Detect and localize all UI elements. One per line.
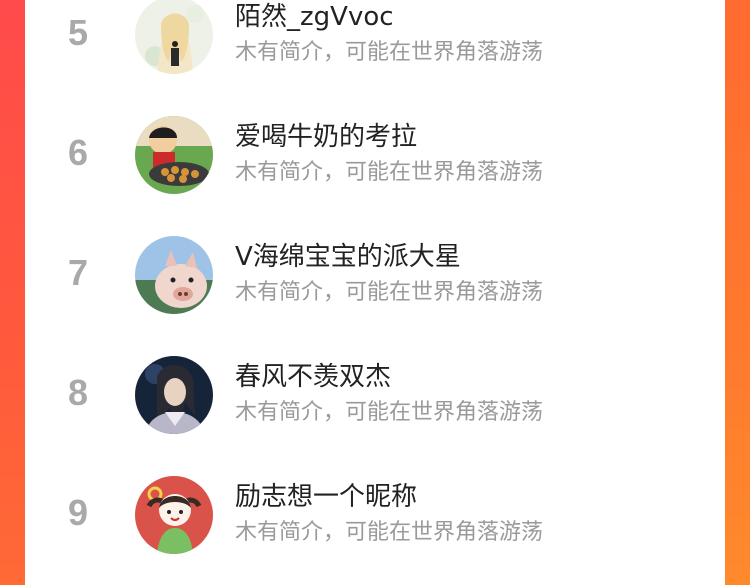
rank-number: 7 xyxy=(67,252,89,293)
right-gradient-border xyxy=(725,0,750,585)
user-name[interactable]: 爱喝牛奶的考拉 xyxy=(235,116,417,153)
user-name[interactable]: V海绵宝宝的派大星 xyxy=(235,236,461,273)
rank-number: 6 xyxy=(67,132,89,173)
list-item[interactable]: 5 陌然_zgVvoc 木有简介，可能在世界角落游荡 xyxy=(25,0,725,94)
user-bio: 木有简介，可能在世界角落游荡 xyxy=(235,160,544,185)
user-name[interactable]: 励志想一个昵称 xyxy=(235,476,417,513)
user-name[interactable]: 春风不羡双杰 xyxy=(235,356,391,393)
rank-number: 8 xyxy=(67,372,89,413)
user-name[interactable]: 陌然_zgVvoc xyxy=(235,0,394,33)
list-item[interactable]: 9 励志想一个昵称 木有简介，可能在世界角落游荡 xyxy=(25,454,725,574)
list-item[interactable]: 8 春风不羡双杰 木有简介，可能在世界角落游荡 xyxy=(25,334,725,454)
list-item[interactable]: 6 爱喝牛奶的考拉 木有简介，可能在世界角落游荡 xyxy=(25,94,725,214)
user-bio: 木有简介，可能在世界角落游荡 xyxy=(235,40,544,65)
user-bio: 木有简介，可能在世界角落游荡 xyxy=(235,280,544,305)
list-item[interactable]: 7 V海绵宝宝的派大星 木有简介，可能在世界角落游荡 xyxy=(25,214,725,334)
avatar[interactable] xyxy=(135,476,213,554)
avatar[interactable] xyxy=(135,0,213,74)
left-gradient-border xyxy=(0,0,25,585)
avatar[interactable] xyxy=(135,356,213,434)
user-bio: 木有简介，可能在世界角落游荡 xyxy=(235,520,544,545)
rank-number: 9 xyxy=(67,492,89,533)
avatar[interactable] xyxy=(135,116,213,194)
ranking-list-card: 5 陌然_zgVvoc 木有简介，可能在世界角落游荡 6 爱喝牛奶的考拉 木有简… xyxy=(25,0,725,585)
rank-number: 5 xyxy=(67,12,89,53)
avatar[interactable] xyxy=(135,236,213,314)
user-bio: 木有简介，可能在世界角落游荡 xyxy=(235,400,544,425)
